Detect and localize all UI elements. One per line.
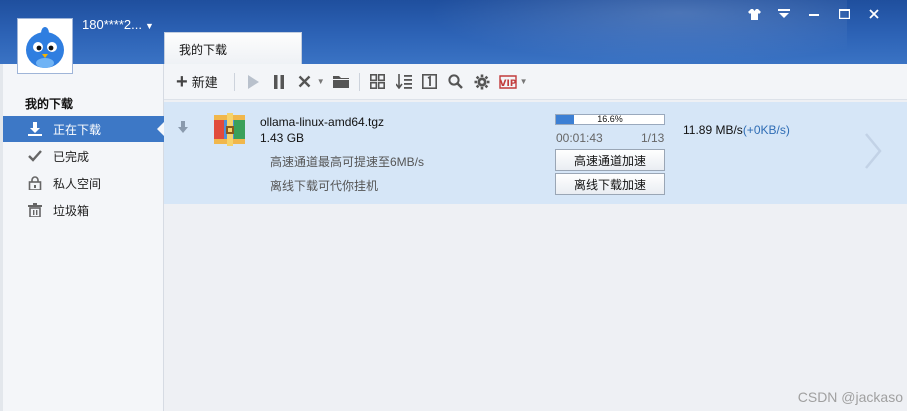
download-list: ollama-linux-amd64.tgz 1.43 GB 高速通道最高可提速…: [164, 100, 907, 411]
sidebar-item-trash[interactable]: 垃圾箱: [0, 197, 164, 223]
toolbar-divider: [358, 72, 360, 91]
sidebar-item-downloading[interactable]: 正在下载: [0, 116, 165, 142]
tab-my-downloads[interactable]: 我的下载: [164, 32, 302, 65]
new-task-button[interactable]: + 新建: [176, 70, 218, 94]
grid-view-icon[interactable]: [368, 72, 388, 92]
sidebar-item-completed[interactable]: 已完成: [0, 143, 164, 169]
skin-icon[interactable]: [739, 6, 769, 22]
trash-icon: [27, 202, 43, 218]
download-task-row[interactable]: ollama-linux-amd64.tgz 1.43 GB 高速通道最高可提速…: [164, 102, 907, 204]
offline-download-button[interactable]: 离线下载加速: [555, 173, 665, 195]
file-size: 1.43 GB: [260, 131, 305, 145]
toolbar: + 新建 ▼ VIP ▼: [164, 64, 907, 100]
delete-icon[interactable]: [295, 72, 315, 92]
watermark: CSDN @jackaso: [797, 389, 903, 405]
plus-icon: +: [176, 70, 188, 93]
speed-delta: (+0KB/s): [742, 123, 790, 137]
avatar[interactable]: [17, 18, 73, 74]
speed-value: 11.89 MB/s: [683, 123, 743, 137]
sidebar-title: 我的下载: [25, 97, 74, 111]
maximize-icon[interactable]: [829, 6, 859, 22]
sidebar-item-label: 私人空间: [53, 176, 102, 191]
sidebar-item-label: 正在下载: [53, 122, 102, 137]
delete-options-caret-icon[interactable]: ▼: [317, 77, 325, 86]
folder-icon[interactable]: [331, 72, 351, 92]
vip-icon[interactable]: VIP: [498, 72, 518, 92]
window-controls: [739, 6, 889, 22]
close-icon[interactable]: [859, 6, 889, 22]
download-icon: [27, 121, 43, 137]
lock-icon: [27, 175, 43, 191]
window-edge: [0, 64, 3, 411]
menu-icon[interactable]: [769, 6, 799, 22]
progress-bar: 16.6%: [555, 114, 665, 125]
elapsed-time: 00:01:43: [556, 131, 603, 145]
user-menu-caret-icon[interactable]: ▼: [145, 21, 154, 31]
vip-options-caret-icon[interactable]: ▼: [520, 77, 528, 86]
file-name: ollama-linux-amd64.tgz: [260, 115, 385, 129]
pause-icon[interactable]: [269, 72, 289, 92]
sidebar: 我的下载 正在下载 已完成 私人空间 垃圾箱: [0, 64, 165, 411]
play-icon[interactable]: [243, 72, 263, 92]
toolbar-divider: [233, 72, 235, 91]
piece-count: 1/13: [641, 131, 665, 145]
archive-file-icon: [213, 113, 247, 146]
settings-icon[interactable]: [472, 72, 492, 92]
new-task-label: 新建: [191, 75, 218, 90]
task-count-icon[interactable]: [420, 72, 440, 92]
search-icon[interactable]: [446, 72, 466, 92]
offline-download-hint: 离线下载可代你挂机: [270, 179, 379, 193]
download-speed: 11.89 MB/s(+0KB/s): [683, 123, 790, 137]
fast-channel-button[interactable]: 高速通道加速: [555, 149, 665, 171]
fast-channel-hint: 高速通道最高可提速至6MB/s: [270, 155, 425, 169]
minimize-icon[interactable]: [799, 6, 829, 22]
downloading-status-icon: [177, 121, 189, 137]
username[interactable]: 180****2...: [82, 17, 142, 32]
check-icon: [27, 148, 43, 164]
progress-text: 16.6%: [597, 114, 623, 124]
sort-icon[interactable]: [394, 72, 414, 92]
sidebar-item-private-space[interactable]: 私人空间: [0, 170, 164, 196]
sidebar-item-label: 垃圾箱: [53, 203, 90, 218]
bird-avatar-icon: [20, 21, 70, 71]
svg-text:VIP: VIP: [499, 79, 516, 89]
chevron-right-icon[interactable]: [864, 132, 882, 180]
sidebar-item-label: 已完成: [53, 149, 90, 164]
